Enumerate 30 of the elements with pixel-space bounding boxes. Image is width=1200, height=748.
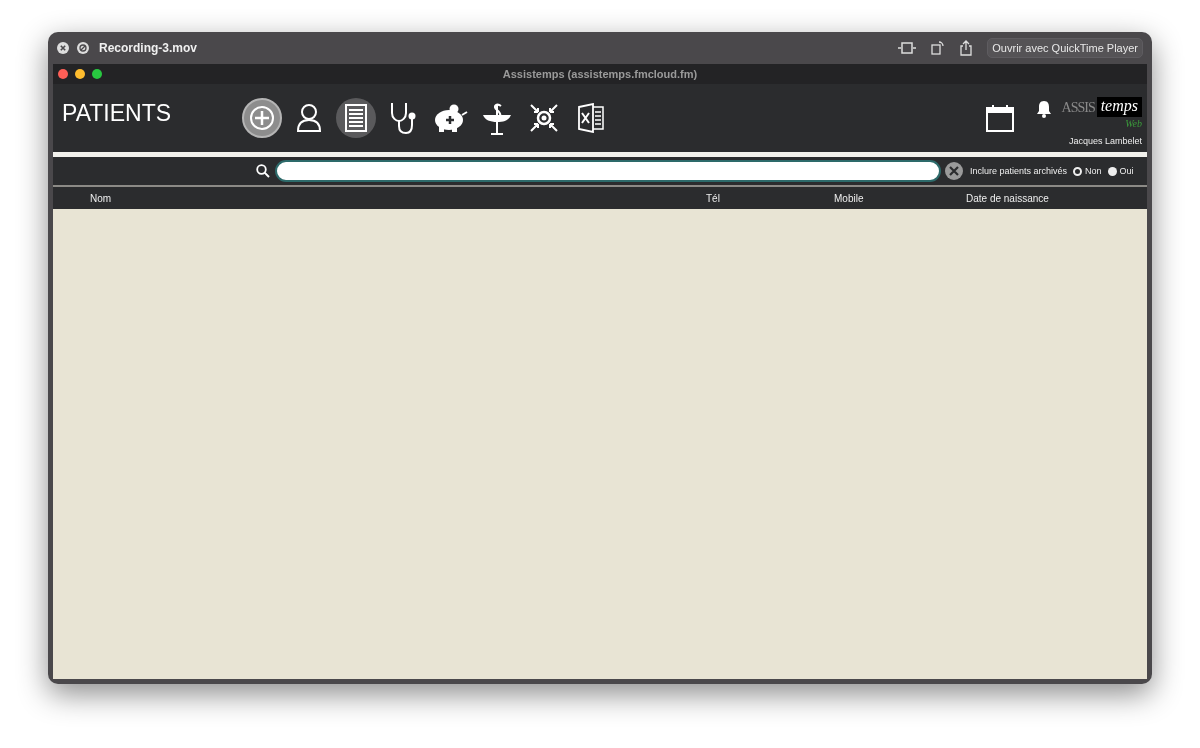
logo-text: ASSIS [1061,99,1095,117]
plus-circle-icon[interactable] [242,98,282,138]
archived-label: Inclure patients archivés [970,166,1068,176]
logo-text: temps [1096,97,1142,117]
column-header[interactable]: Tél [706,192,834,204]
window-close-button[interactable] [58,69,68,79]
window-title: Assistemps (assistemps.fmcloud.fm) [502,68,698,80]
search-field[interactable] [275,160,941,182]
window-zoom-button[interactable] [92,69,102,79]
column-header[interactable]: Date de naissance [966,192,1049,204]
page-title: PATIENTS [61,99,173,127]
logo-text: Web [1125,118,1142,129]
block-icon[interactable] [77,42,89,54]
clear-icon[interactable] [945,162,963,180]
radio-option[interactable]: Oui [1107,166,1134,176]
bell-icon[interactable] [1035,100,1052,118]
rotate-icon[interactable] [931,41,946,55]
radio-option[interactable]: Non [1073,166,1102,176]
column-header[interactable]: Nom [90,192,706,204]
calendar-icon[interactable] [985,104,1014,132]
search-icon [256,164,270,178]
close-icon[interactable] [57,42,69,54]
user-name: Jacques Lambelet [1068,136,1142,146]
trim-icon[interactable] [897,42,918,54]
list-icon[interactable] [336,98,376,138]
window-minimize-button[interactable] [75,69,85,79]
share-icon[interactable] [959,40,974,56]
open-button[interactable]: Ouvrir avec QuickTime Player [987,38,1143,58]
column-header[interactable]: Mobile [834,192,966,204]
player-title: Recording-3.mov [99,41,197,55]
